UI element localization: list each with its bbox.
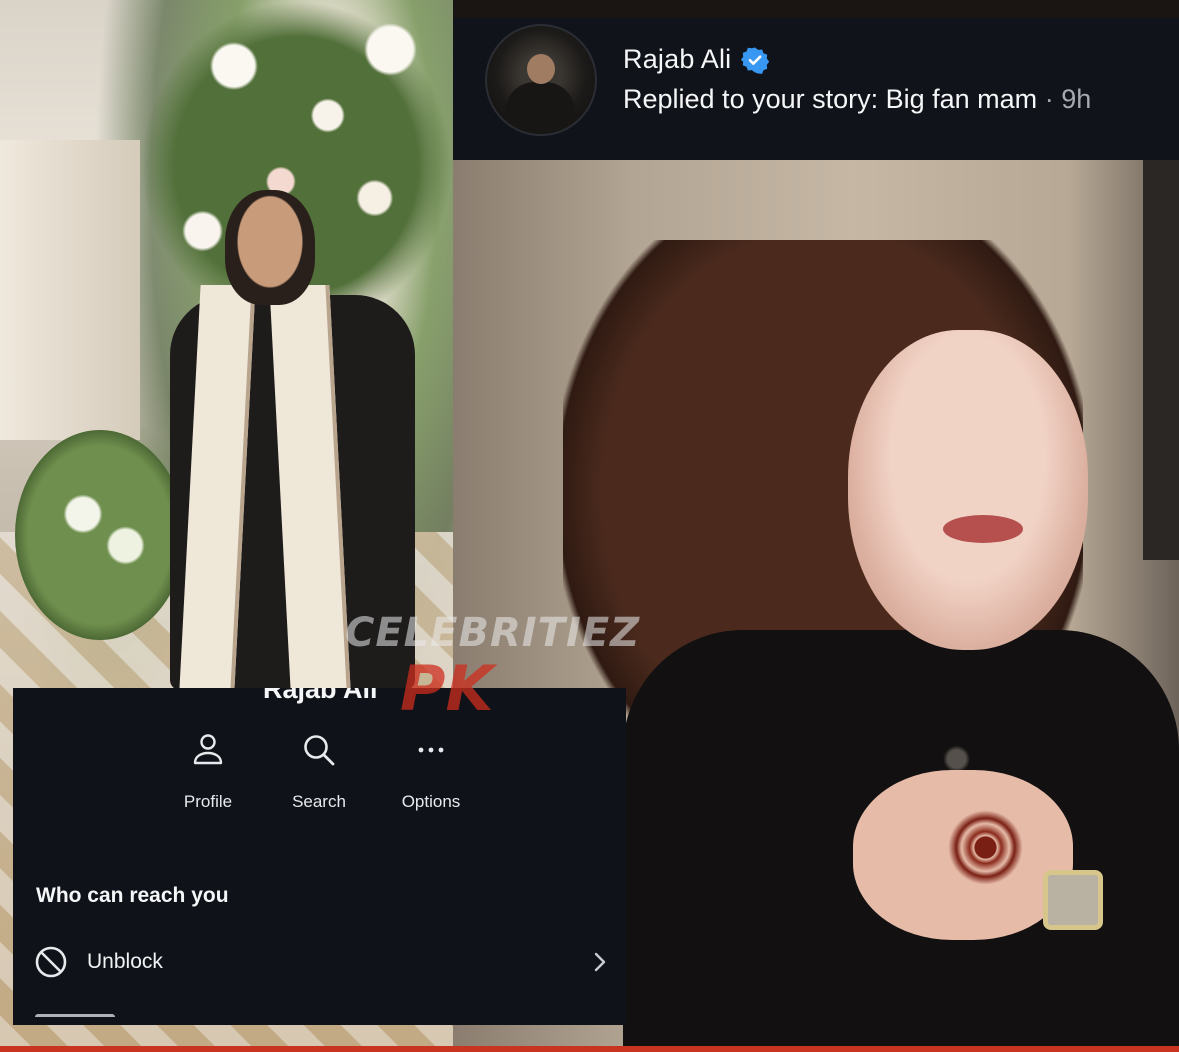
unblock-row[interactable]: Unblock xyxy=(33,942,608,982)
story-reply-notification[interactable]: Rajab Ali Replied to your story: Big fan… xyxy=(453,18,1179,160)
avatar[interactable] xyxy=(485,24,597,136)
next-row-partial xyxy=(35,1014,115,1024)
notification-name-row: Rajab Ali xyxy=(623,44,770,75)
watch xyxy=(1043,870,1103,930)
wall-panel xyxy=(1143,160,1179,560)
notification-message-row: Replied to your story: Big fan mam · 9h xyxy=(623,84,1091,115)
section-title: Who can reach you xyxy=(36,884,229,907)
profile-menu-panel: Rajab Ali Profile Search Options Who can… xyxy=(13,688,626,1025)
notification-separator: · xyxy=(1037,84,1062,114)
henna-pattern xyxy=(948,810,1023,885)
block-icon xyxy=(35,946,67,978)
menu-header-name: Rajab Ali xyxy=(263,688,378,704)
profile-button[interactable]: Profile xyxy=(148,730,268,812)
username[interactable]: Rajab Ali xyxy=(623,44,731,75)
options-label: Options xyxy=(401,792,461,811)
avatar-torso xyxy=(505,82,575,132)
chevron-right-icon xyxy=(594,952,606,972)
options-button[interactable]: Options xyxy=(371,730,491,812)
man-head xyxy=(225,190,315,305)
search-label: Search xyxy=(292,792,346,811)
search-button[interactable]: Search xyxy=(259,730,379,812)
face xyxy=(848,330,1088,650)
hallway xyxy=(0,140,140,440)
notification-time: 9h xyxy=(1061,84,1092,114)
lips xyxy=(943,515,1023,543)
verified-badge-icon xyxy=(741,47,770,74)
avatar-head xyxy=(527,54,555,84)
watermark-pk: PK xyxy=(400,652,494,725)
notification-message: Replied to your story: Big fan mam xyxy=(623,84,1038,114)
person-icon xyxy=(148,730,268,770)
more-icon xyxy=(371,730,491,770)
watermark-text: CELEBRITIEZ xyxy=(345,610,641,656)
bottom-red-bar xyxy=(0,1046,1179,1052)
profile-label: Profile xyxy=(183,792,233,811)
search-icon xyxy=(259,730,379,770)
bouquet xyxy=(15,430,185,640)
unblock-label: Unblock xyxy=(87,950,163,973)
